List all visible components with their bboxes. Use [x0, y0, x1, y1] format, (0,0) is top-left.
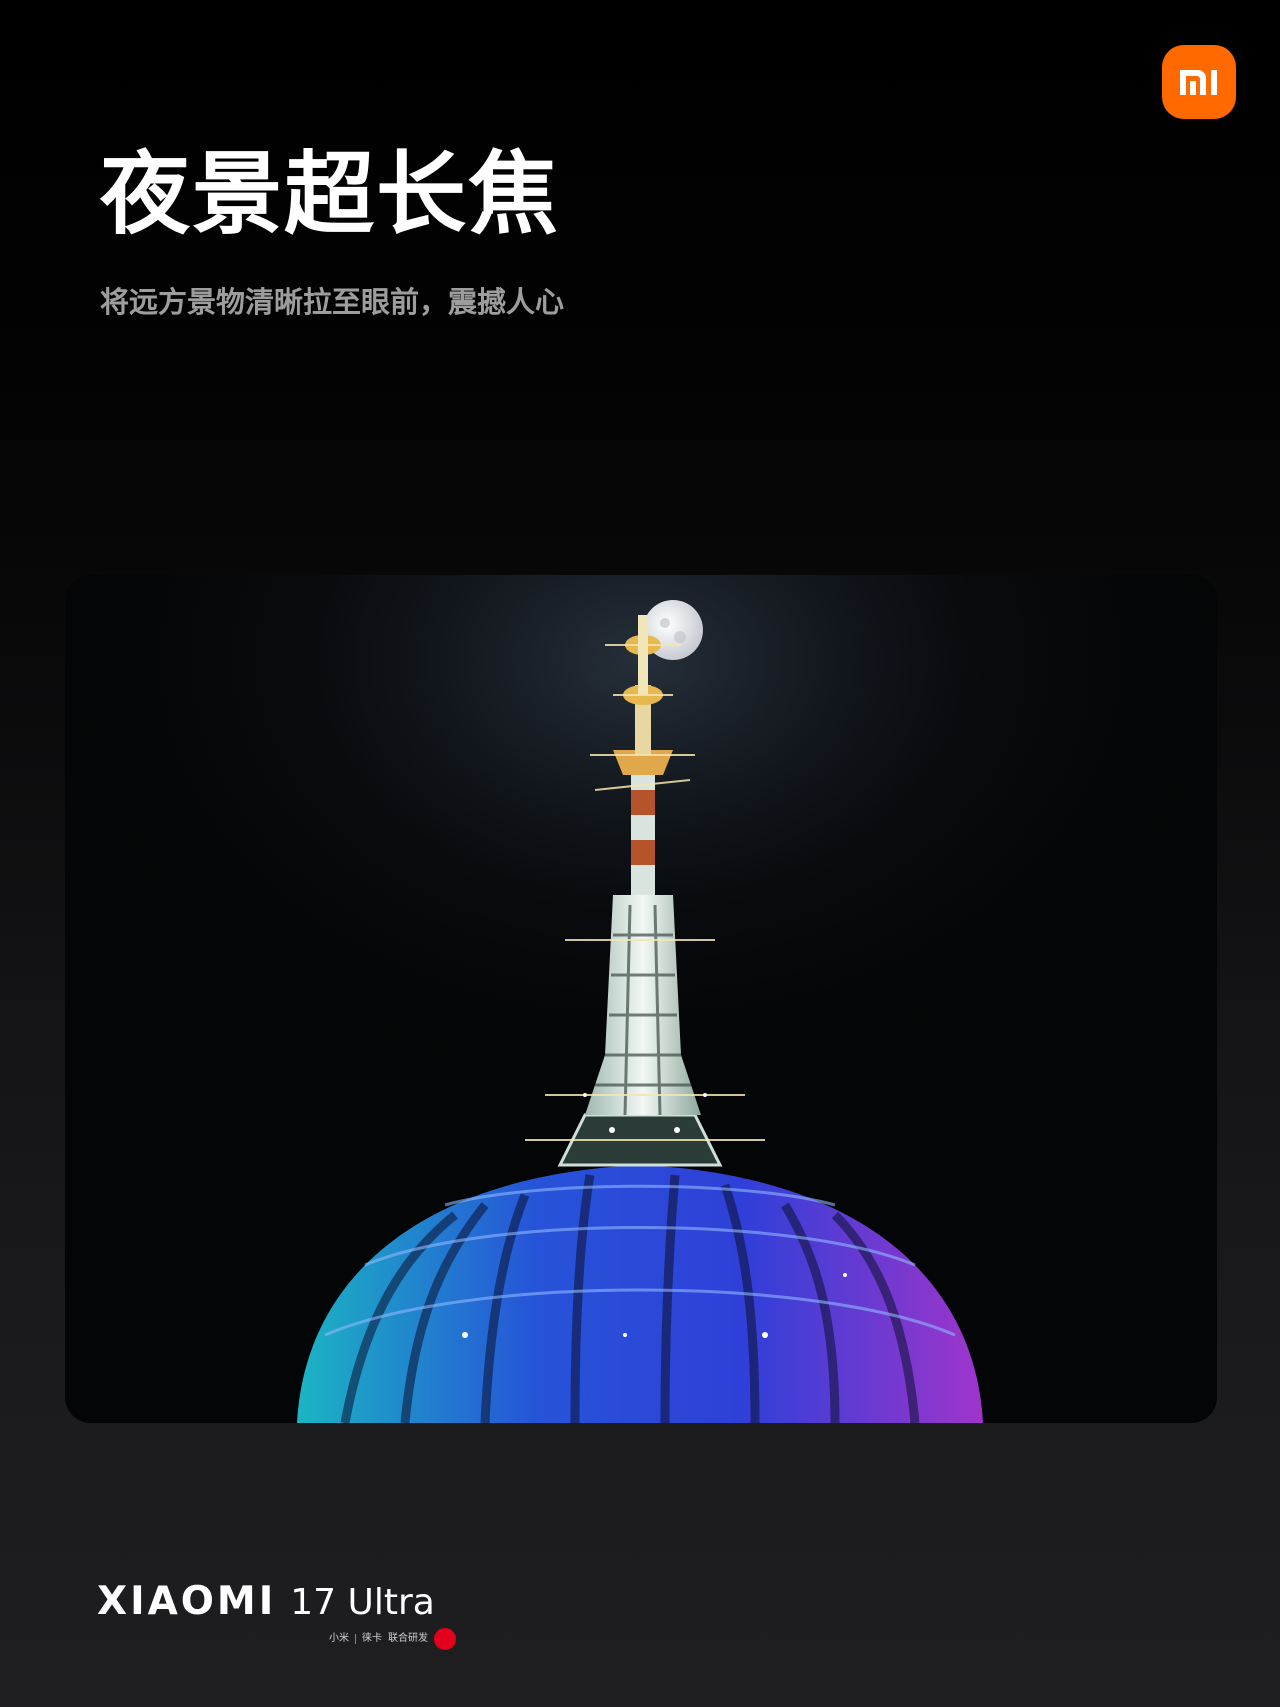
tv-tower-night-photo: [65, 575, 1217, 1423]
leica-logo-icon: [434, 1628, 456, 1650]
brand-signature: XIAOMI 17 Ultra 小米 徕卡 联合研发: [97, 1578, 456, 1650]
page-title: 夜景超长焦: [100, 142, 560, 247]
co-brand-leica: 徕卡: [362, 1633, 382, 1644]
co-brand-joint: 联合研发: [388, 1633, 428, 1644]
co-brand-xiaomi: 小米: [329, 1633, 349, 1644]
brand-model: 17 Ultra: [290, 1582, 435, 1623]
brand-name: XIAOMI: [97, 1579, 277, 1624]
co-brand-row: 小米 徕卡 联合研发: [329, 1628, 456, 1650]
page-subtitle: 将远方景物清晰拉至眼前，震撼人心: [100, 285, 565, 319]
divider: [355, 1634, 356, 1644]
xiaomi-logo-icon: [1162, 45, 1236, 119]
